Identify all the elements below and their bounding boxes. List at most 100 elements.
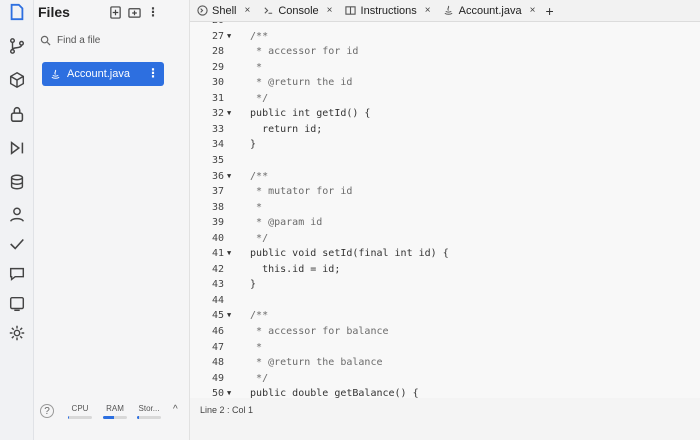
code-line[interactable]: 45 ▼ /** (190, 308, 700, 323)
code-line[interactable]: 48 * @return the balance (190, 355, 700, 370)
find-file-button[interactable]: Find a file (40, 31, 100, 49)
code-line[interactable]: 46 * accessor for balance (190, 324, 700, 339)
code-line[interactable]: 20 (190, 22, 700, 28)
status-bar: Line 2 : Col 1 (190, 398, 700, 440)
code-line[interactable]: 32 ▼ public int getId() { (190, 106, 700, 121)
storage-meter[interactable]: Stor... (137, 404, 161, 419)
collapse-icon[interactable]: ^ (173, 404, 178, 415)
tab-label: Account.java (458, 4, 522, 17)
code-line[interactable]: 36 ▼ /** (190, 169, 700, 184)
tab-account-java[interactable]: Account.java × (437, 0, 542, 22)
fold-arrow-icon[interactable]: ▼ (227, 169, 231, 184)
ram-meter[interactable]: RAM (103, 404, 127, 419)
code-text: } (238, 139, 257, 151)
files-panel: Files ⋮ Find a file Account.java ⋮ (34, 0, 190, 440)
code-line[interactable]: 42 this.id = id; (190, 262, 700, 277)
file-item-label: Account.java (67, 68, 130, 80)
tab-bar: Shell × Console × Instructions × Account… (190, 0, 700, 22)
line-number: 27 (211, 30, 224, 42)
code-line[interactable]: 49 */ (190, 371, 700, 386)
line-number: 36 (211, 170, 224, 182)
new-folder-icon[interactable] (127, 5, 141, 19)
tab-shell[interactable]: Shell × (190, 0, 256, 22)
activity-rail (0, 0, 34, 440)
code-text: public int getId() { (238, 108, 371, 120)
close-icon[interactable]: × (425, 5, 431, 16)
code-line[interactable]: 38 * (190, 200, 700, 215)
tab-instructions[interactable]: Instructions × (339, 0, 437, 22)
code-line[interactable]: 43 } (190, 277, 700, 292)
code-line[interactable]: 29 * (190, 60, 700, 75)
preview-icon[interactable] (7, 294, 27, 314)
code-text: public double getBalance() { (238, 388, 419, 398)
ram-fill (103, 416, 114, 419)
line-number: 42 (211, 263, 224, 275)
cpu-meter[interactable]: CPU (68, 404, 92, 419)
close-icon[interactable]: × (244, 5, 250, 16)
git-branch-icon[interactable] (7, 36, 27, 56)
code-text: */ (238, 92, 269, 104)
chat-icon[interactable] (7, 264, 27, 284)
database-icon[interactable] (7, 172, 27, 192)
code-text: * (238, 61, 263, 73)
storage-fill (137, 416, 140, 419)
user-icon[interactable] (7, 205, 27, 225)
debugger-icon[interactable] (7, 138, 27, 158)
line-number: 43 (211, 279, 224, 291)
code-line[interactable]: 34 } (190, 137, 700, 152)
fold-arrow-icon[interactable]: ▼ (227, 386, 231, 398)
console-icon (262, 5, 274, 17)
settings-icon[interactable] (7, 323, 27, 343)
code-line[interactable]: 40 */ (190, 231, 700, 246)
new-file-icon[interactable] (108, 5, 122, 19)
line-number: 35 (211, 154, 224, 166)
fold-arrow-icon[interactable]: ▼ (227, 106, 231, 121)
line-number: 38 (211, 201, 224, 213)
fold-arrow-icon[interactable]: ▼ (227, 246, 231, 261)
line-number: 29 (211, 61, 224, 73)
shell-icon (196, 5, 208, 17)
file-menu-icon[interactable]: ⋮ (147, 66, 159, 80)
code-text: /** (238, 30, 269, 42)
fold-arrow-icon[interactable]: ▼ (227, 308, 231, 323)
code-line[interactable]: 41 ▼ public void setId(final int id) { (190, 246, 700, 261)
tab-console[interactable]: Console × (256, 0, 338, 22)
package-icon[interactable] (7, 70, 27, 90)
line-number: 49 (211, 372, 224, 384)
code-line[interactable]: 39 * @param id (190, 215, 700, 230)
code-text: * (238, 341, 263, 353)
close-icon[interactable]: × (327, 5, 333, 16)
add-tab-button[interactable]: + (545, 3, 553, 19)
code-line[interactable]: 28 * accessor for id (190, 44, 700, 59)
code-line[interactable]: 35 (190, 153, 700, 168)
line-number: 34 (211, 139, 224, 151)
line-number: 45 (211, 310, 224, 322)
line-number: 40 (211, 232, 224, 244)
lock-icon[interactable] (7, 104, 27, 124)
cpu-fill (68, 416, 70, 419)
fold-arrow-icon[interactable]: ▼ (227, 29, 231, 44)
line-number: 50 (211, 388, 224, 398)
code-line[interactable]: 37 * mutator for id (190, 184, 700, 199)
line-number: 41 (211, 248, 224, 260)
code-text: public void setId(final int id) { (238, 248, 449, 260)
code-line[interactable]: 30 * @return the id (190, 75, 700, 90)
code-line[interactable]: 27 ▼ /** (190, 29, 700, 44)
code-text: * mutator for id (238, 186, 353, 198)
code-line[interactable]: 50 ▼ public double getBalance() { (190, 386, 700, 398)
code-line[interactable]: 47 * (190, 340, 700, 355)
line-number: 47 (211, 341, 224, 353)
files-icon[interactable] (7, 2, 27, 22)
file-item-account-java[interactable]: Account.java ⋮ (42, 62, 164, 86)
code-line[interactable]: 44 (190, 293, 700, 308)
files-menu-icon[interactable]: ⋮ (146, 5, 160, 19)
code-editor[interactable]: 2027▼ /**28 * accessor for id29 *30 * @r… (190, 22, 700, 398)
tab-label: Console (278, 4, 319, 17)
help-icon[interactable]: ? (40, 404, 54, 418)
checkmark-icon[interactable] (7, 234, 27, 254)
code-line[interactable]: 33 return id; (190, 122, 700, 137)
code-line[interactable]: 31 */ (190, 91, 700, 106)
resource-status: ? CPU RAM Stor... ^ (0, 398, 190, 440)
close-icon[interactable]: × (530, 5, 536, 16)
line-number: 20 (190, 22, 224, 28)
